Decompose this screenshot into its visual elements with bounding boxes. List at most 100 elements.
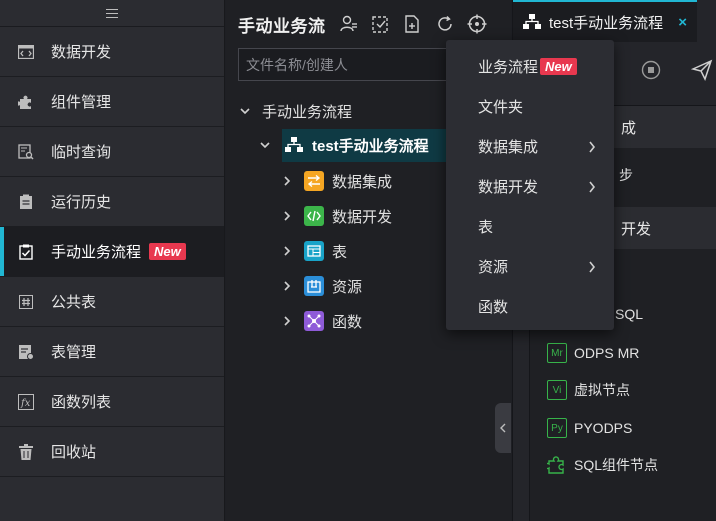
tab-test-workflow[interactable]: test手动业务流程 × — [513, 0, 697, 42]
refresh-icon[interactable] — [434, 13, 456, 35]
chevron-down-icon[interactable] — [240, 106, 250, 116]
workflow-icon — [284, 135, 304, 155]
component-item-sql-component[interactable]: SQL组件节点 — [547, 452, 658, 478]
tree-root-node[interactable]: 手动业务流程 — [240, 96, 352, 126]
tree-workflow-node[interactable]: test手动业务流程 — [260, 130, 429, 160]
tree-node-label: test手动业务流程 — [312, 137, 429, 155]
new-file-icon[interactable] — [402, 13, 424, 35]
sidebar-item-run-history[interactable]: 运行历史 — [0, 177, 224, 227]
menu-item-data-integration[interactable]: 数据集成 — [446, 126, 614, 166]
clipboard-icon — [18, 194, 34, 210]
clipboard-check-icon — [18, 244, 34, 260]
chevron-right-icon — [588, 180, 596, 197]
panel-title: 手动业务流 — [238, 16, 326, 36]
sidebar-toggle[interactable] — [0, 0, 224, 27]
sidebar-item-label: 手动业务流程 — [51, 244, 142, 261]
left-sidebar: 数据开发 组件管理 临时查询 运行历史 手动业务流程 New 公共表 表管理 f… — [0, 0, 225, 521]
sidebar-item-temp-query[interactable]: 临时查询 — [0, 127, 224, 177]
tree-node-data-dev[interactable]: 数据开发 — [282, 201, 392, 231]
chevron-right-icon[interactable] — [282, 176, 292, 186]
resource-icon — [304, 276, 324, 296]
component-label: ODPS MR — [574, 345, 640, 361]
function-node-icon — [304, 311, 324, 331]
component-item-virtual-node[interactable]: Vi 虚拟节点 — [547, 377, 630, 403]
sidebar-item-data-dev[interactable]: 数据开发 — [0, 27, 224, 77]
sidebar-item-component-manage[interactable]: 组件管理 — [0, 77, 224, 127]
close-icon[interactable]: × — [678, 14, 687, 31]
publish-icon[interactable] — [691, 59, 713, 81]
section-title: 开发 — [621, 220, 652, 238]
sidebar-item-manual-workflow[interactable]: 手动业务流程 New — [0, 227, 224, 277]
chevron-right-icon — [588, 260, 596, 277]
panel-toolbar — [338, 13, 488, 35]
sidebar-item-recycle-bin[interactable]: 回收站 — [0, 427, 224, 477]
component-label: SQL — [615, 306, 644, 322]
sidebar-item-label: 回收站 — [51, 444, 97, 461]
sidebar-item-label: 函数列表 — [51, 394, 112, 411]
component-item-pyodps[interactable]: Py PYODPS — [547, 415, 632, 441]
sidebar-item-function-list[interactable]: fx 函数列表 — [0, 377, 224, 427]
filter-user-icon[interactable] — [338, 13, 360, 35]
panel-collapse-handle[interactable] — [495, 403, 511, 453]
new-badge: New — [149, 243, 186, 260]
menu-item-label: 表 — [478, 218, 494, 236]
sidebar-item-public-table[interactable]: 公共表 — [0, 277, 224, 327]
locate-icon[interactable] — [466, 13, 488, 35]
section-title: 成 — [621, 119, 637, 137]
component-label: 步 — [619, 167, 633, 183]
hash-icon — [18, 294, 34, 310]
chevron-right-icon[interactable] — [282, 281, 292, 291]
tree-node-data-integration[interactable]: 数据集成 — [282, 166, 392, 196]
menu-item-function[interactable]: 函数 — [446, 286, 614, 326]
menu-item-resource[interactable]: 资源 — [446, 246, 614, 286]
component-label: PYODPS — [574, 420, 633, 436]
code-tag-icon — [304, 206, 324, 226]
sidebar-item-label: 数据开发 — [51, 44, 112, 61]
function-icon: fx — [18, 393, 34, 410]
tree-node-label: 表 — [332, 243, 348, 261]
arrows-icon — [304, 171, 324, 191]
chevron-right-icon[interactable] — [282, 246, 292, 256]
table-manage-icon — [18, 344, 34, 360]
tree-node-label: 资源 — [332, 278, 363, 296]
chevron-right-icon[interactable] — [282, 316, 292, 326]
sidebar-item-label: 组件管理 — [51, 94, 112, 111]
tab-label: test手动业务流程 — [549, 14, 664, 32]
tree-node-function[interactable]: 函数 — [282, 306, 362, 336]
tree-node-table[interactable]: 表 — [282, 236, 347, 266]
hamburger-icon[interactable] — [106, 8, 118, 18]
tree-node-label: 函数 — [332, 313, 363, 331]
chevron-down-icon[interactable] — [260, 140, 270, 150]
svg-text:fx: fx — [20, 398, 31, 409]
code-icon — [18, 44, 34, 60]
puzzle-icon — [18, 94, 34, 110]
component-item-sync[interactable]: 步 — [619, 162, 633, 188]
stop-icon[interactable] — [641, 60, 661, 80]
mr-icon: Mr — [547, 343, 567, 363]
chevron-right-icon[interactable] — [282, 211, 292, 221]
table-icon — [304, 241, 324, 261]
app-root: 数据开发 组件管理 临时查询 运行历史 手动业务流程 New 公共表 表管理 f… — [0, 0, 716, 521]
menu-item-table[interactable]: 表 — [446, 206, 614, 246]
menu-item-data-dev[interactable]: 数据开发 — [446, 166, 614, 206]
menu-item-folder[interactable]: 文件夹 — [446, 86, 614, 126]
component-label: 虚拟节点 — [574, 382, 630, 398]
trash-icon — [18, 443, 34, 460]
tree-node-resource[interactable]: 资源 — [282, 271, 362, 301]
menu-item-label: 文件夹 — [478, 98, 524, 116]
menu-item-label: 数据开发 — [478, 178, 539, 196]
query-icon — [18, 143, 34, 160]
tree-node-label: 手动业务流程 — [262, 103, 353, 121]
import-icon[interactable] — [370, 13, 392, 35]
menu-item-workflow[interactable]: 业务流程 New — [446, 46, 614, 86]
menu-item-label: 资源 — [478, 258, 509, 276]
tree-node-label: 数据开发 — [332, 208, 393, 226]
sidebar-item-table-manage[interactable]: 表管理 — [0, 327, 224, 377]
component-item-odps-sql[interactable]: SQL — [615, 301, 643, 327]
sidebar-item-label: 临时查询 — [51, 144, 112, 161]
menu-item-label: 数据集成 — [478, 138, 539, 156]
new-item-menu: 业务流程 New 文件夹 数据集成 数据开发 表 资源 函数 — [446, 40, 614, 330]
component-item-odps-mr[interactable]: Mr ODPS MR — [547, 340, 639, 366]
workflow-icon — [523, 14, 541, 30]
search-input[interactable] — [238, 48, 468, 81]
